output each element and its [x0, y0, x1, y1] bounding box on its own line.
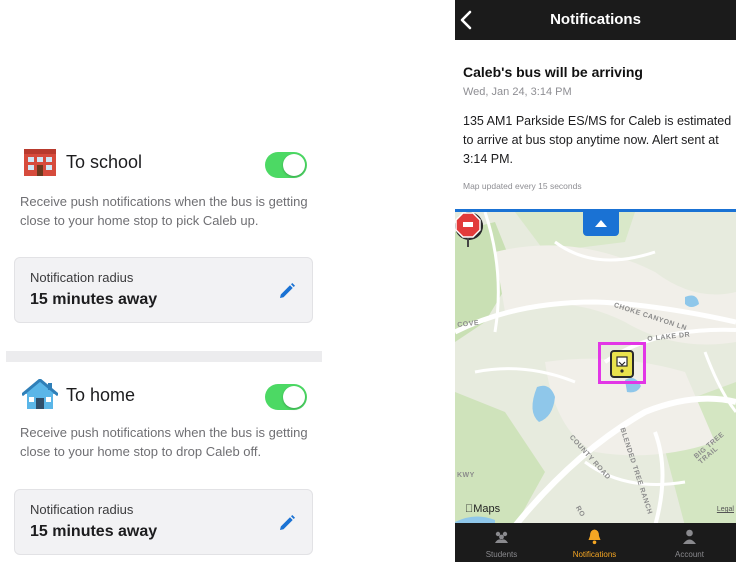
- to-home-toggle[interactable]: [265, 384, 307, 410]
- pencil-edit-icon[interactable]: [278, 282, 296, 300]
- bus-location-marker[interactable]: [598, 342, 646, 384]
- pencil-edit-icon[interactable]: [278, 514, 296, 532]
- nav-title: Notifications: [550, 11, 641, 28]
- bus-icon: [610, 350, 634, 378]
- collapse-panel-button[interactable]: [583, 212, 619, 236]
- to-school-title: To school: [66, 151, 143, 172]
- to-home-radius-card[interactable]: Notification radius 15 minutes away: [14, 489, 313, 555]
- to-home-description: Receive push notifications when the bus …: [20, 425, 308, 459]
- to-school-header: To school: [22, 146, 142, 178]
- toggle-knob: [283, 154, 305, 176]
- alert-body: 135 AM1 Parkside ES/MS for Caleb is esti…: [463, 114, 732, 166]
- apple-maps-attribution: Maps: [465, 503, 500, 515]
- tab-students[interactable]: Students: [455, 523, 548, 562]
- notification-settings-panel: To school Receive push notifications whe…: [0, 0, 330, 562]
- house-icon: [22, 379, 58, 409]
- to-school-toggle[interactable]: [265, 152, 307, 178]
- to-school-radius-card[interactable]: Notification radius 15 minutes away: [14, 257, 313, 323]
- tab-label: Students: [485, 550, 518, 559]
- to-home-title: To home: [66, 384, 136, 405]
- toggle-knob: [283, 386, 305, 408]
- navigation-bar: Notifications: [455, 0, 736, 40]
- legal-link[interactable]: Legal: [717, 506, 734, 513]
- phone-notification-screen: Notifications Caleb's bus will be arrivi…: [455, 0, 736, 562]
- to-home-header: To home: [22, 379, 135, 411]
- students-icon: [495, 531, 508, 543]
- tab-label: Account: [675, 550, 704, 559]
- tab-label: Notifications: [572, 550, 617, 559]
- bell-icon: [588, 529, 601, 545]
- map-update-note: Map updated every 15 seconds: [463, 181, 582, 191]
- map-background: [455, 212, 736, 523]
- radius-label: Notification radius: [30, 502, 134, 517]
- tab-notifications[interactable]: Notifications: [548, 523, 641, 562]
- school-building-icon: [24, 149, 56, 176]
- alert-date: Wed, Jan 24, 3:14 PM: [463, 86, 572, 98]
- radius-label: Notification radius: [30, 270, 134, 285]
- account-icon: [683, 529, 696, 544]
- bus-map[interactable]: CHOKE CANYON LN O LAKE DR COVE COUNTY RO…: [455, 209, 736, 523]
- radius-value: 15 minutes away: [30, 291, 158, 308]
- chevron-up-icon: [595, 220, 607, 227]
- to-school-description: Receive push notifications when the bus …: [20, 194, 308, 228]
- bus-glyph-icon: [616, 356, 628, 373]
- alert-title: Caleb's bus will be arriving: [463, 64, 643, 80]
- apple-logo-icon: : [465, 503, 473, 515]
- maps-brand-label: Maps: [465, 503, 500, 515]
- section-divider: [6, 351, 322, 362]
- bus-stop-icon[interactable]: [455, 212, 481, 248]
- bottom-tab-bar: Students Notifications Account: [455, 523, 736, 562]
- tab-account[interactable]: Account: [643, 523, 736, 562]
- map-street-label: KWY: [457, 472, 475, 479]
- radius-value: 15 minutes away: [30, 523, 158, 540]
